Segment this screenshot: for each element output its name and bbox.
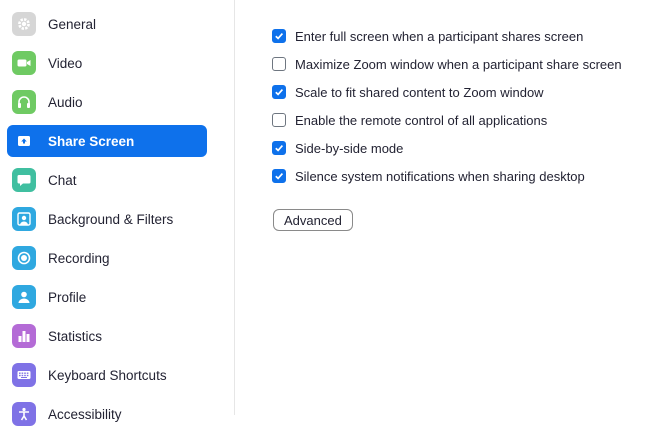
video-camera-icon (12, 51, 36, 75)
sidebar-item-statistics[interactable]: Statistics (7, 320, 207, 352)
advanced-button[interactable]: Advanced (273, 209, 353, 231)
profile-icon (12, 285, 36, 309)
sidebar-item-label: Background & Filters (48, 211, 174, 227)
sidebar-item-video[interactable]: Video (7, 47, 207, 79)
sidebar-item-label: Statistics (48, 328, 103, 344)
chat-bubble-icon (12, 168, 36, 192)
person-background-icon (12, 207, 36, 231)
option-label: Side-by-side mode (295, 140, 404, 156)
checkmark-icon (275, 33, 284, 40)
sidebar-item-label: General (48, 16, 97, 32)
option-enter-full-screen[interactable]: Enter full screen when a participant sha… (272, 25, 583, 47)
accessibility-icon (12, 402, 36, 426)
sidebar-item-recording[interactable]: Recording (7, 242, 207, 274)
option-label: Scale to fit shared content to Zoom wind… (295, 84, 544, 100)
option-label: Maximize Zoom window when a participant … (295, 56, 622, 72)
option-silence-notifications[interactable]: Silence system notifications when sharin… (272, 165, 585, 187)
gear-icon (12, 12, 36, 36)
sidebar-item-label: Accessibility (48, 406, 122, 422)
sidebar-item-label: Share Screen (48, 133, 135, 149)
sidebar-item-accessibility[interactable]: Accessibility (7, 398, 207, 430)
sidebar-item-audio[interactable]: Audio (7, 86, 207, 118)
option-label: Enable the remote control of all applica… (295, 112, 548, 128)
checkbox-checked[interactable] (272, 169, 286, 183)
sidebar-item-chat[interactable]: Chat (7, 164, 207, 196)
bar-chart-icon (12, 324, 36, 348)
sidebar-item-profile[interactable]: Profile (7, 281, 207, 313)
sidebar-item-label: Chat (48, 172, 77, 188)
checkbox-unchecked[interactable] (272, 113, 286, 127)
option-label: Silence system notifications when sharin… (295, 168, 585, 184)
headphones-icon (12, 90, 36, 114)
sidebar-item-keyboard-shortcuts[interactable]: Keyboard Shortcuts (7, 359, 207, 391)
sidebar-item-label: Recording (48, 250, 110, 266)
share-screen-icon (12, 129, 36, 153)
sidebar-item-share-screen[interactable]: Share Screen (7, 125, 207, 157)
checkmark-icon (275, 145, 284, 152)
record-icon (12, 246, 36, 270)
checkbox-checked[interactable] (272, 85, 286, 99)
checkmark-icon (275, 173, 284, 180)
option-side-by-side[interactable]: Side-by-side mode (272, 137, 403, 159)
option-remote-control[interactable]: Enable the remote control of all applica… (272, 109, 547, 131)
sidebar-item-background-filters[interactable]: Background & Filters (7, 203, 207, 235)
option-maximize-zoom-window[interactable]: Maximize Zoom window when a participant … (272, 53, 622, 75)
sidebar-item-general[interactable]: General (7, 8, 207, 40)
sidebar-item-label: Keyboard Shortcuts (48, 367, 167, 383)
settings-sidebar: General Video Audio Share Screen Chat Ba… (0, 0, 235, 426)
sidebar-item-label: Video (48, 55, 83, 71)
option-label: Enter full screen when a participant sha… (295, 28, 584, 44)
checkbox-unchecked[interactable] (272, 57, 286, 71)
share-screen-settings-panel: Enter full screen when a participant sha… (235, 0, 665, 415)
sidebar-item-label: Audio (48, 94, 83, 110)
checkmark-icon (275, 89, 284, 96)
keyboard-icon (12, 363, 36, 387)
checkbox-checked[interactable] (272, 29, 286, 43)
option-scale-to-fit[interactable]: Scale to fit shared content to Zoom wind… (272, 81, 544, 103)
checkbox-checked[interactable] (272, 141, 286, 155)
sidebar-item-label: Profile (48, 289, 87, 305)
